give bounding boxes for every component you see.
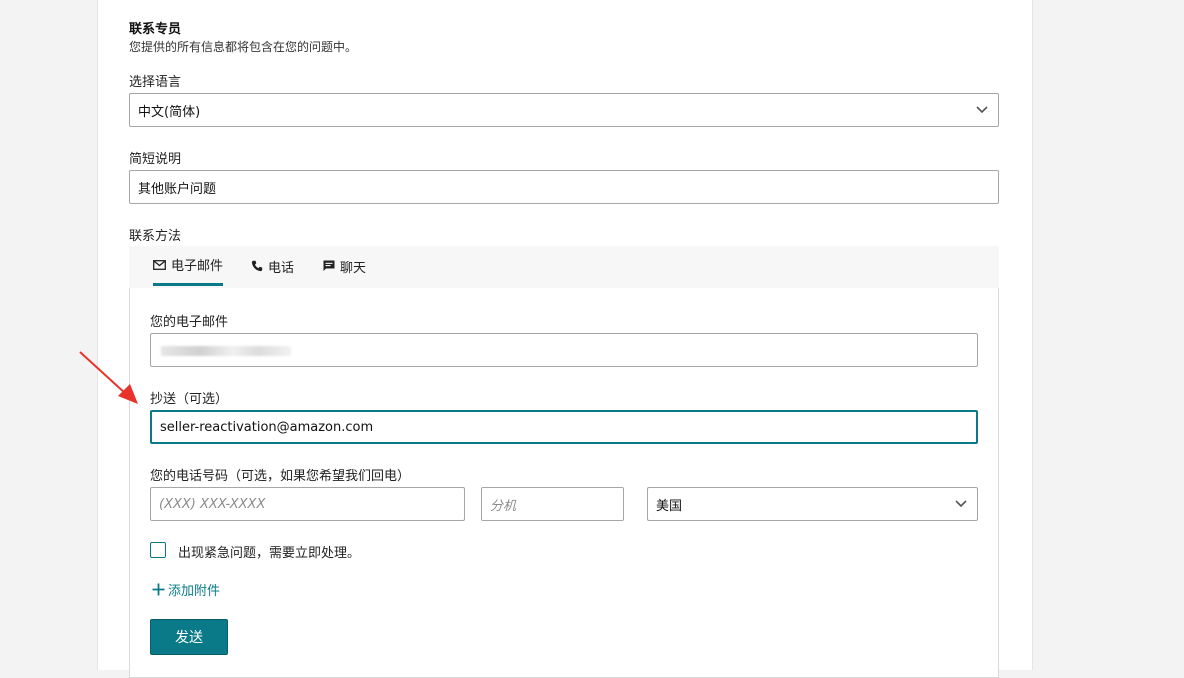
country-value: 美国 — [656, 498, 683, 514]
cc-label: 抄送（可选） — [150, 392, 229, 407]
chevron-down-icon — [955, 500, 967, 508]
plus-icon — [152, 583, 165, 596]
add-attachment-link[interactable]: 添加附件 — [152, 580, 220, 599]
country-select[interactable]: 美国 — [647, 487, 978, 521]
email-label: 您的电子邮件 — [150, 315, 229, 330]
cc-input[interactable]: seller-reactivation@amazon.com — [150, 410, 978, 444]
chat-icon — [323, 260, 335, 271]
page-subtitle: 您提供的所有信息都将包含在您的问题中。 — [129, 40, 358, 54]
phone-label: 您的电话号码（可选，如果您希望我们回电） — [150, 469, 411, 484]
language-select[interactable]: 中文(简体) — [129, 93, 999, 127]
tab-chat-label: 聊天 — [340, 260, 367, 276]
page-title: 联系专员 — [129, 22, 182, 37]
annotation-arrow-icon — [79, 351, 138, 404]
extension-input[interactable]: 分机 — [481, 487, 624, 521]
contact-method-tabs: 电子邮件 电话 聊天 — [129, 246, 999, 289]
extension-placeholder: 分机 — [490, 498, 517, 514]
tab-phone[interactable]: 电话 — [251, 246, 294, 286]
mail-icon — [153, 259, 166, 270]
contact-method-label: 联系方法 — [129, 229, 182, 244]
phone-placeholder: (XXX) XXX-XXXX — [159, 496, 266, 512]
cc-value: seller-reactivation@amazon.com — [160, 419, 374, 435]
urgent-label: 出现紧急问题，需要立即处理。 — [178, 546, 361, 561]
language-label: 选择语言 — [129, 75, 182, 90]
summary-value: 其他账户问题 — [138, 181, 217, 197]
tab-chat[interactable]: 聊天 — [323, 246, 366, 286]
tab-email[interactable]: 电子邮件 — [153, 246, 224, 286]
tab-phone-label: 电话 — [268, 260, 295, 276]
send-button[interactable]: 发送 — [150, 619, 228, 655]
language-selected-value: 中文(简体) — [138, 104, 201, 120]
email-input[interactable] — [150, 333, 978, 367]
phone-icon — [251, 260, 263, 272]
summary-input[interactable]: 其他账户问题 — [129, 170, 999, 204]
redacted-email — [161, 346, 291, 356]
summary-label: 简短说明 — [129, 152, 182, 167]
urgent-checkbox[interactable] — [150, 542, 166, 558]
tab-email-label: 电子邮件 — [171, 259, 224, 274]
chevron-down-icon — [976, 106, 988, 114]
phone-input[interactable]: (XXX) XXX-XXXX — [150, 487, 465, 521]
add-attachment-label: 添加附件 — [168, 584, 221, 599]
